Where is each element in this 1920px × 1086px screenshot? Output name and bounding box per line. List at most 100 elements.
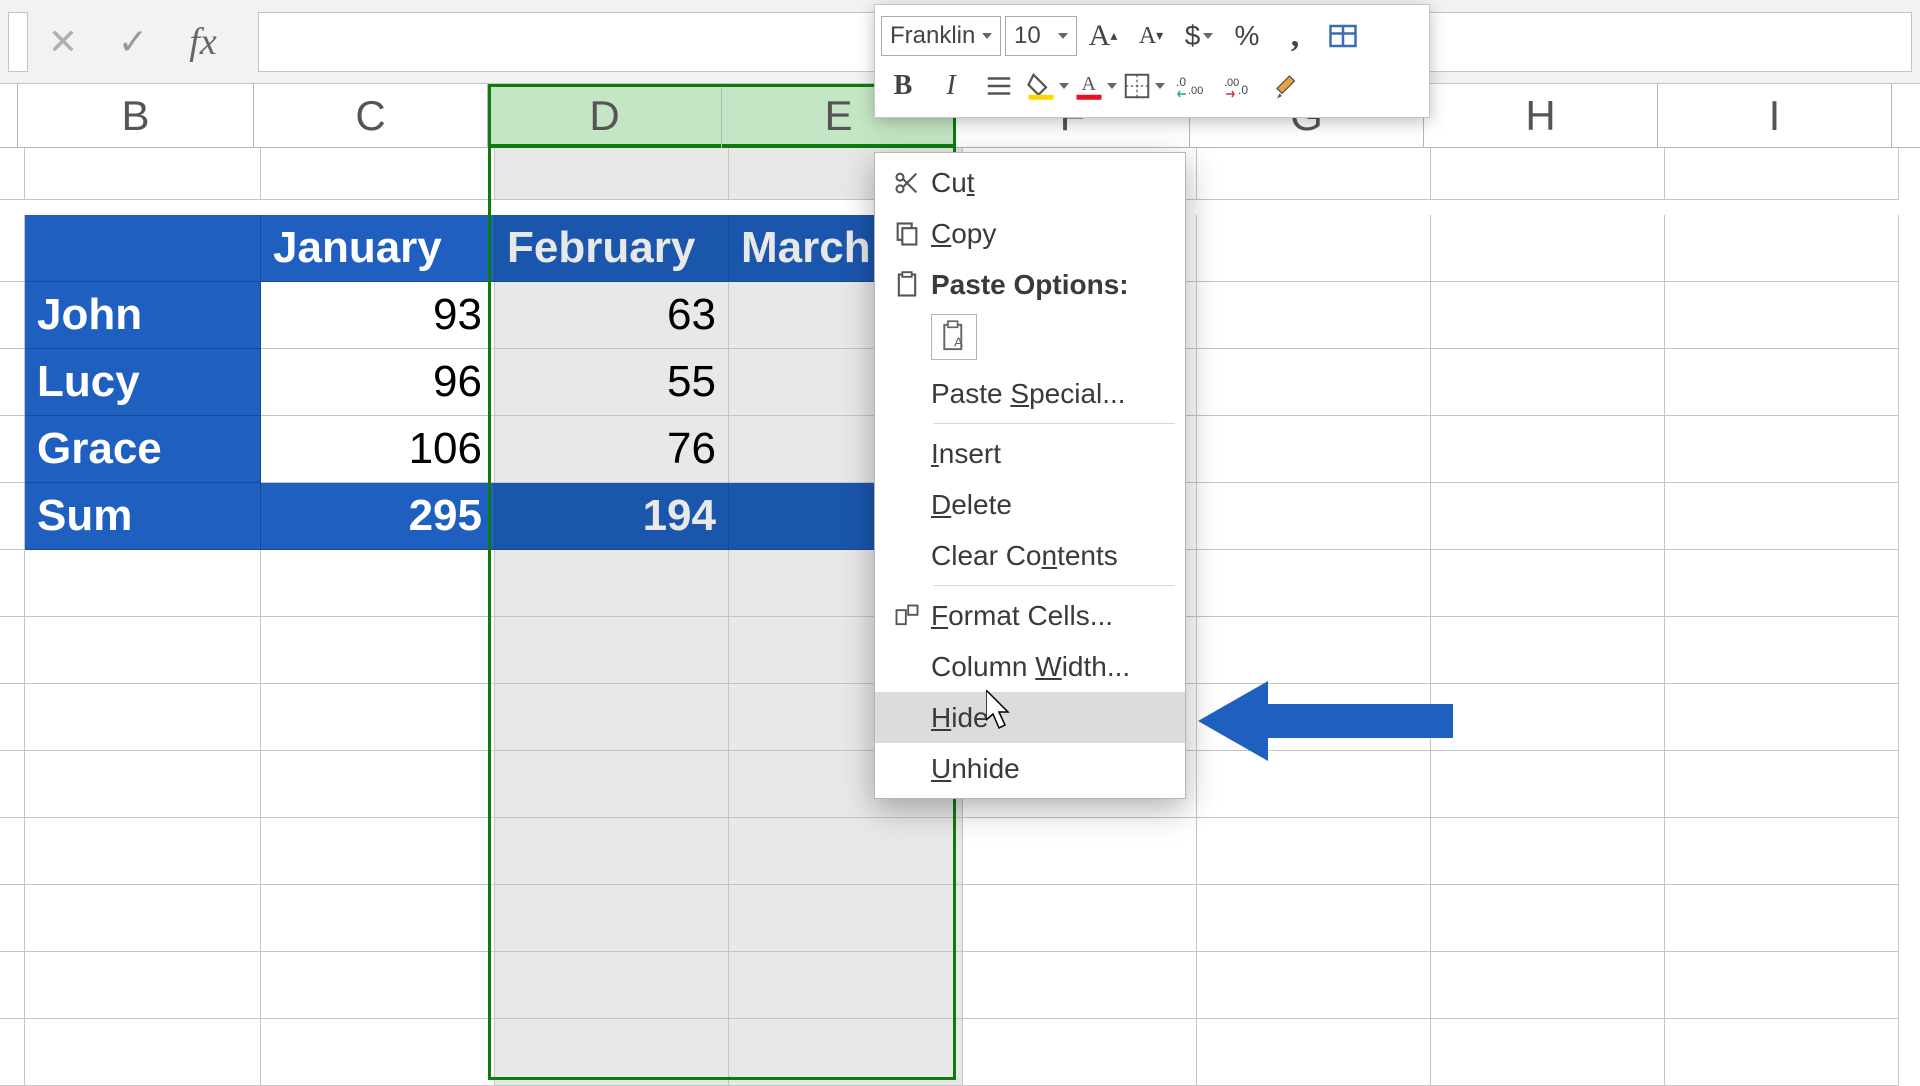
cell-sum-label[interactable]: Sum (25, 483, 261, 550)
cell[interactable] (1665, 617, 1899, 684)
cell-sum-d[interactable]: 194 (495, 483, 729, 550)
cell[interactable]: 63 (495, 282, 729, 349)
decrease-font-button[interactable]: A▾ (1129, 14, 1173, 58)
cell[interactable] (1665, 818, 1899, 885)
paste-special-menu-item[interactable]: Paste Special... (875, 368, 1185, 419)
cell[interactable] (1197, 885, 1431, 952)
cell[interactable] (25, 148, 261, 200)
cell[interactable] (495, 684, 729, 751)
cancel-button[interactable]: ✕ (28, 12, 98, 72)
cell[interactable]: 96 (261, 349, 495, 416)
cell-header-blank[interactable] (25, 215, 261, 282)
column-header-b[interactable]: B (18, 84, 254, 147)
cell[interactable] (261, 818, 495, 885)
cell[interactable] (1431, 684, 1665, 751)
cell[interactable] (1197, 550, 1431, 617)
cell[interactable] (0, 416, 25, 483)
cell[interactable] (261, 148, 495, 200)
cell[interactable] (0, 885, 25, 952)
cell[interactable] (1431, 885, 1665, 952)
increase-decimal-button[interactable]: .0.00 (1169, 64, 1213, 108)
cell[interactable] (1665, 148, 1899, 200)
column-header-h[interactable]: H (1424, 84, 1658, 147)
format-table-button[interactable] (1321, 14, 1365, 58)
cell[interactable] (0, 818, 25, 885)
cell[interactable]: 106 (261, 416, 495, 483)
cell[interactable]: 93 (261, 282, 495, 349)
cell[interactable] (1197, 617, 1431, 684)
cell[interactable] (0, 550, 25, 617)
cell[interactable] (1431, 483, 1665, 550)
cell-name-john[interactable]: John (25, 282, 261, 349)
font-family-dropdown[interactable]: Franklin (881, 16, 1001, 56)
italic-button[interactable]: I (929, 64, 973, 108)
cell[interactable] (1431, 416, 1665, 483)
cell[interactable] (963, 1019, 1197, 1086)
cell[interactable] (261, 1019, 495, 1086)
cell[interactable] (0, 148, 25, 200)
cell[interactable] (1665, 349, 1899, 416)
cell[interactable] (495, 751, 729, 818)
cell[interactable] (25, 751, 261, 818)
cell[interactable] (0, 617, 25, 684)
cell[interactable] (1197, 751, 1431, 818)
cell[interactable] (25, 684, 261, 751)
cell[interactable] (1431, 1019, 1665, 1086)
cell[interactable] (729, 952, 963, 1019)
format-cells-menu-item[interactable]: Format Cells... (875, 590, 1185, 641)
cell[interactable] (963, 952, 1197, 1019)
insert-menu-item[interactable]: Insert (875, 428, 1185, 479)
decrease-decimal-button[interactable]: .00.0 (1217, 64, 1261, 108)
cell[interactable] (1197, 416, 1431, 483)
cell[interactable] (495, 617, 729, 684)
cell[interactable] (0, 684, 25, 751)
cell[interactable] (25, 952, 261, 1019)
cell[interactable] (729, 818, 963, 885)
comma-style-button[interactable]: , (1273, 14, 1317, 58)
cell[interactable] (1197, 215, 1431, 282)
paste-keep-source-button[interactable]: A (931, 314, 977, 360)
cell[interactable] (0, 952, 25, 1019)
cell-header-january[interactable]: January (261, 215, 495, 282)
cell[interactable] (1197, 818, 1431, 885)
cell[interactable] (1197, 282, 1431, 349)
bold-button[interactable]: B (881, 64, 925, 108)
cell[interactable] (25, 617, 261, 684)
cell[interactable] (261, 751, 495, 818)
cell[interactable] (1431, 215, 1665, 282)
delete-menu-item[interactable]: Delete (875, 479, 1185, 530)
cell-name-lucy[interactable]: Lucy (25, 349, 261, 416)
hide-menu-item[interactable]: Hide (875, 692, 1185, 743)
cell[interactable] (1197, 684, 1431, 751)
cell[interactable] (261, 617, 495, 684)
cell[interactable] (0, 282, 25, 349)
cell[interactable] (1665, 550, 1899, 617)
cell-name-grace[interactable]: Grace (25, 416, 261, 483)
cell-sum-c[interactable]: 295 (261, 483, 495, 550)
cell[interactable] (1665, 684, 1899, 751)
cell[interactable] (963, 885, 1197, 952)
cell[interactable] (1665, 1019, 1899, 1086)
fx-button[interactable]: fx (168, 12, 238, 72)
cell[interactable] (1197, 952, 1431, 1019)
column-header-c[interactable]: C (254, 84, 488, 147)
cell[interactable] (495, 818, 729, 885)
currency-button[interactable]: $ (1177, 14, 1221, 58)
cell[interactable] (1197, 148, 1431, 200)
cut-menu-item[interactable]: Cut (875, 157, 1185, 208)
clear-contents-menu-item[interactable]: Clear Contents (875, 530, 1185, 581)
cell[interactable] (261, 550, 495, 617)
cell[interactable] (495, 1019, 729, 1086)
cell[interactable] (0, 483, 25, 550)
cell[interactable] (1197, 349, 1431, 416)
cell[interactable] (1431, 282, 1665, 349)
column-width-menu-item[interactable]: Column Width... (875, 641, 1185, 692)
cell[interactable] (1665, 885, 1899, 952)
cell[interactable] (729, 885, 963, 952)
cell[interactable] (495, 550, 729, 617)
borders-button[interactable] (1121, 64, 1165, 108)
cell[interactable] (1665, 215, 1899, 282)
fill-color-button[interactable] (1025, 64, 1069, 108)
cell[interactable] (495, 885, 729, 952)
cell[interactable] (495, 148, 729, 200)
